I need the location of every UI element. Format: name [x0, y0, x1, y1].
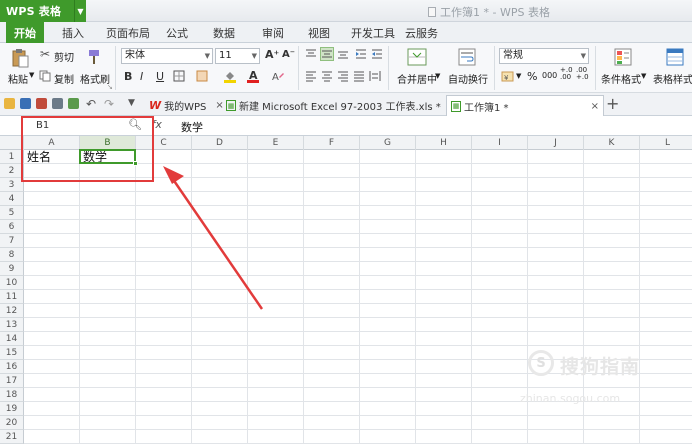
watermark-logo: S [528, 350, 554, 376]
watermark-url: zhinan.sogou.com [520, 392, 621, 405]
watermark-text: 搜狗指南 [560, 356, 641, 378]
